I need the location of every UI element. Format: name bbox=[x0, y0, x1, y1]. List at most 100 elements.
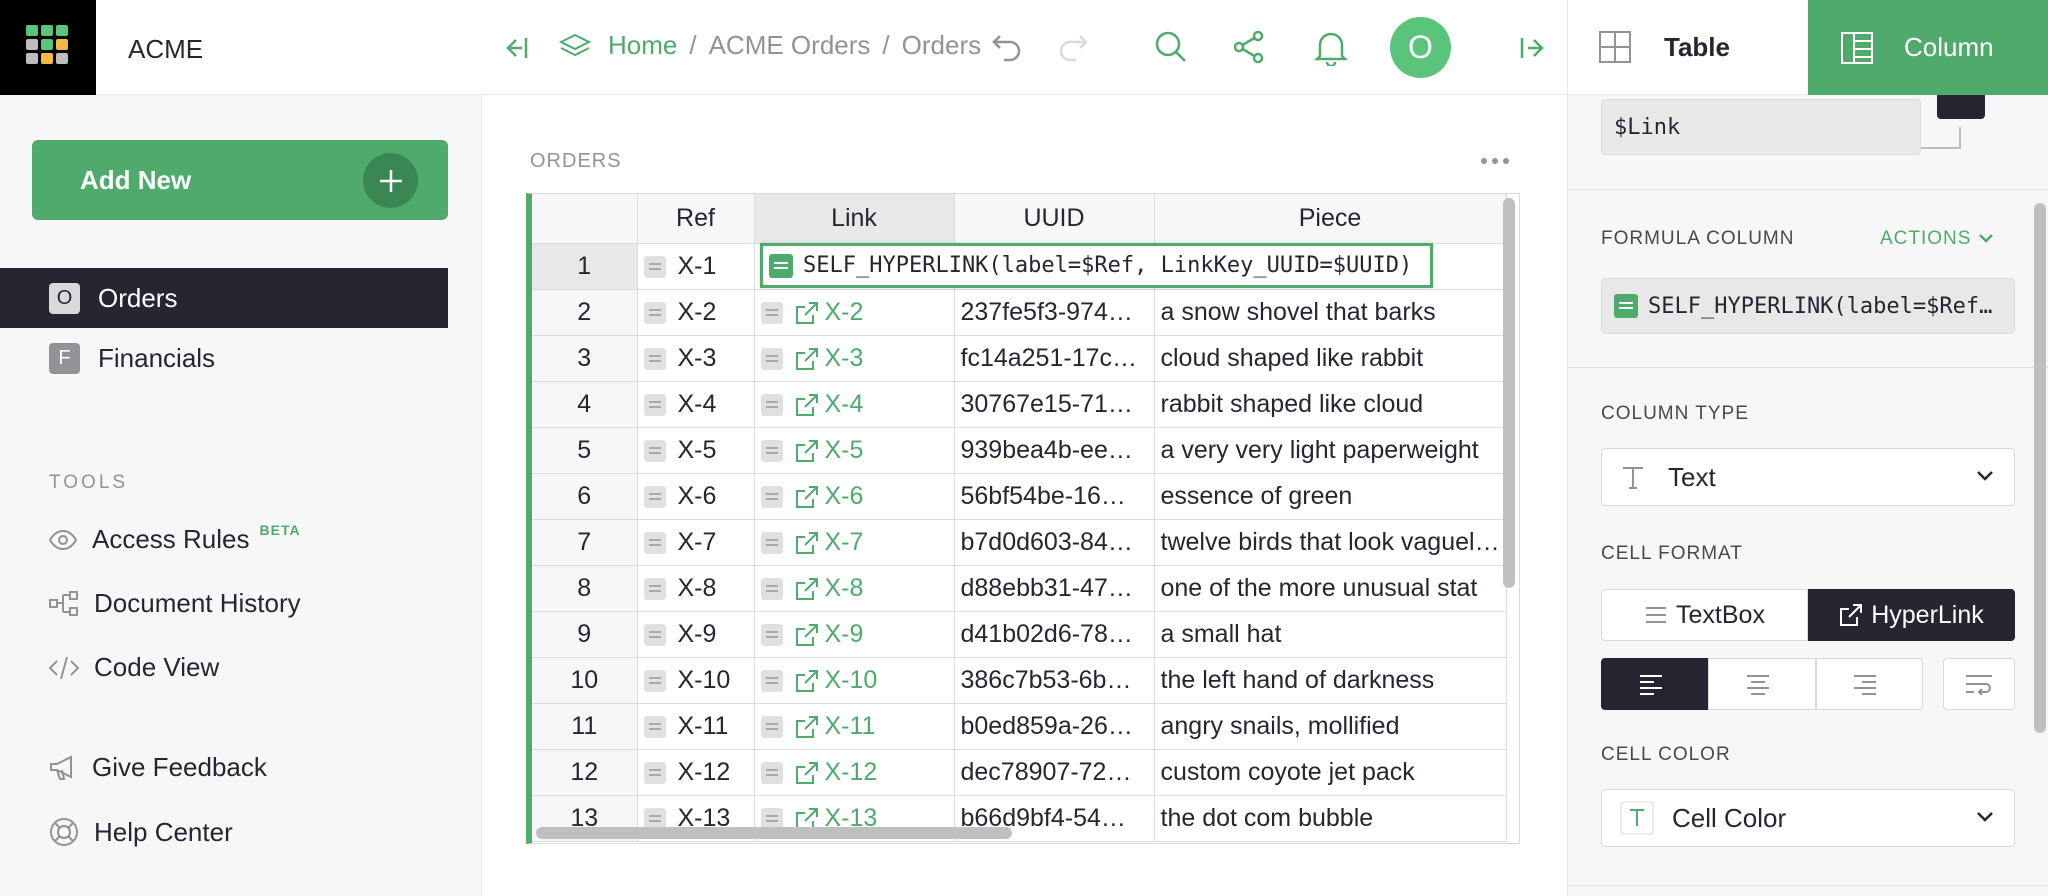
external-link-icon[interactable] bbox=[795, 301, 819, 325]
more-dots-icon[interactable] bbox=[1480, 157, 1510, 165]
column-id-field[interactable]: $Link bbox=[1601, 99, 1921, 155]
row-menu-icon[interactable] bbox=[760, 577, 783, 600]
cell-link[interactable]: X-3 bbox=[754, 335, 955, 382]
row-menu-icon[interactable] bbox=[643, 577, 666, 600]
cell-link[interactable]: X-7 bbox=[754, 519, 955, 566]
external-link-icon[interactable] bbox=[795, 669, 819, 693]
cell-uuid[interactable]: 386c7b53-6b… bbox=[954, 657, 1155, 704]
cell-link[interactable]: X-11 bbox=[754, 703, 955, 750]
help-center-link[interactable]: Help Center bbox=[48, 816, 233, 848]
row-menu-icon[interactable] bbox=[643, 761, 666, 784]
row-menu-icon[interactable] bbox=[760, 761, 783, 784]
cell-link[interactable]: X-12 bbox=[754, 749, 955, 796]
table-row[interactable]: 7 X-7 X-7 b7d0d603-84… twelve birds that loo… bbox=[532, 519, 1507, 566]
row-menu-icon[interactable] bbox=[643, 347, 666, 370]
tool-code-view[interactable]: Code View bbox=[48, 652, 219, 683]
breadcrumb-page[interactable]: Orders bbox=[902, 30, 981, 61]
table-row[interactable]: 6 X-6 X-6 56bf54be-16… essence of green bbox=[532, 473, 1507, 520]
cell-piece[interactable]: angry snails, mollified bbox=[1154, 703, 1507, 750]
cell-ref[interactable]: X-3 bbox=[637, 335, 755, 382]
formula-field[interactable]: SELF_HYPERLINK(label=$Ref… bbox=[1601, 278, 2015, 334]
external-link-icon[interactable] bbox=[795, 761, 819, 785]
collapse-right-panel-icon[interactable] bbox=[1518, 34, 1548, 62]
search-icon[interactable] bbox=[1154, 30, 1188, 64]
table-row[interactable]: 2 X-2 X-2 237fe5f3-974… a snow shovel that b… bbox=[532, 289, 1507, 336]
cell-ref[interactable]: X-12 bbox=[637, 749, 755, 796]
breadcrumb-home[interactable]: Home bbox=[608, 30, 677, 61]
row-number[interactable]: 8 bbox=[532, 565, 638, 612]
row-number[interactable]: 1 bbox=[532, 243, 638, 290]
external-link-icon[interactable] bbox=[795, 485, 819, 509]
external-link-icon[interactable] bbox=[795, 531, 819, 555]
format-textbox-button[interactable]: TextBox bbox=[1601, 589, 1808, 641]
formula-editor[interactable]: SELF_HYPERLINK(label=$Ref, LinkKey_UUID=… bbox=[760, 243, 1433, 288]
cell-piece[interactable]: a snow shovel that barks bbox=[1154, 289, 1507, 336]
tab-column[interactable]: Column bbox=[1808, 0, 2048, 95]
cell-ref[interactable]: X-2 bbox=[637, 289, 755, 336]
horizontal-scrollbar[interactable] bbox=[536, 827, 1012, 839]
cell-color-select[interactable]: Cell Color bbox=[1601, 789, 2015, 847]
row-menu-icon[interactable] bbox=[760, 347, 783, 370]
row-number[interactable]: 12 bbox=[532, 749, 638, 796]
external-link-icon[interactable] bbox=[795, 715, 819, 739]
cell-link[interactable]: X-2 bbox=[754, 289, 955, 336]
collapse-left-panel-icon[interactable] bbox=[502, 34, 532, 62]
row-menu-icon[interactable] bbox=[643, 715, 666, 738]
row-menu-icon[interactable] bbox=[760, 485, 783, 508]
vertical-scrollbar[interactable] bbox=[1503, 198, 1515, 588]
breadcrumb-doc[interactable]: ACME Orders bbox=[709, 30, 871, 61]
cell-ref[interactable]: X-4 bbox=[637, 381, 755, 428]
row-number[interactable]: 10 bbox=[532, 657, 638, 704]
row-menu-icon[interactable] bbox=[643, 393, 666, 416]
cell-uuid[interactable]: b0ed859a-26… bbox=[954, 703, 1155, 750]
cell-link[interactable]: X-10 bbox=[754, 657, 955, 704]
external-link-icon[interactable] bbox=[795, 393, 819, 417]
column-header-piece[interactable]: Piece bbox=[1154, 194, 1507, 244]
column-header-ref[interactable]: Ref bbox=[637, 194, 755, 244]
row-menu-icon[interactable] bbox=[760, 393, 783, 416]
column-header-link[interactable]: Link bbox=[754, 194, 955, 244]
external-link-icon[interactable] bbox=[795, 577, 819, 601]
cell-link[interactable]: X-9 bbox=[754, 611, 955, 658]
orders-grid[interactable]: Ref Link UUID Piece 1 X-1 2 X-2 X-2 237fe5f3-… bbox=[526, 193, 1520, 844]
tab-table[interactable]: Table bbox=[1567, 0, 1808, 95]
tool-document-history[interactable]: Document History bbox=[48, 588, 301, 619]
align-right-button[interactable] bbox=[1815, 658, 1923, 710]
row-menu-icon[interactable] bbox=[760, 669, 783, 692]
cell-link[interactable]: X-6 bbox=[754, 473, 955, 520]
cell-piece[interactable]: essence of green bbox=[1154, 473, 1507, 520]
cell-piece[interactable]: rabbit shaped like cloud bbox=[1154, 381, 1507, 428]
row-number[interactable]: 6 bbox=[532, 473, 638, 520]
row-menu-icon[interactable] bbox=[643, 439, 666, 462]
table-row[interactable]: 12 X-12 X-12 dec78907-72… custom coyote jet … bbox=[532, 749, 1507, 796]
row-number[interactable]: 9 bbox=[532, 611, 638, 658]
row-menu-icon[interactable] bbox=[760, 531, 783, 554]
section-title[interactable]: ORDERS bbox=[530, 150, 622, 173]
cell-uuid[interactable]: 30767e15-71… bbox=[954, 381, 1155, 428]
panel-scrollbar[interactable] bbox=[2034, 203, 2046, 733]
cell-uuid[interactable]: fc14a251-17c… bbox=[954, 335, 1155, 382]
cell-uuid[interactable]: dec78907-72… bbox=[954, 749, 1155, 796]
tool-access-rules[interactable]: Access Rules BETA bbox=[48, 522, 301, 555]
bell-icon[interactable] bbox=[1314, 30, 1348, 66]
cell-piece[interactable]: the left hand of darkness bbox=[1154, 657, 1507, 704]
cell-piece[interactable]: custom coyote jet pack bbox=[1154, 749, 1507, 796]
page-item-orders[interactable]: O Orders bbox=[0, 268, 448, 328]
cell-link[interactable]: X-5 bbox=[754, 427, 955, 474]
cell-uuid[interactable]: b7d0d603-84… bbox=[954, 519, 1155, 566]
format-hyperlink-button[interactable]: HyperLink bbox=[1808, 589, 2015, 641]
cell-uuid[interactable]: d41b02d6-78… bbox=[954, 611, 1155, 658]
redo-icon[interactable] bbox=[1056, 30, 1090, 64]
link-toggle-button[interactable] bbox=[1937, 95, 1985, 119]
cell-ref[interactable]: X-7 bbox=[637, 519, 755, 566]
table-row[interactable]: 8 X-8 X-8 d88ebb31-47… one of the more unusu… bbox=[532, 565, 1507, 612]
row-menu-icon[interactable] bbox=[643, 255, 666, 278]
column-header-uuid[interactable]: UUID bbox=[954, 194, 1155, 244]
row-number[interactable]: 4 bbox=[532, 381, 638, 428]
cell-piece[interactable]: a very very light paperweight bbox=[1154, 427, 1507, 474]
cell-ref[interactable]: X-11 bbox=[637, 703, 755, 750]
column-type-select[interactable]: Text bbox=[1601, 448, 2015, 506]
table-row[interactable]: 5 X-5 X-5 939bea4b-ee… a very very light pap… bbox=[532, 427, 1507, 474]
row-menu-icon[interactable] bbox=[760, 301, 783, 324]
row-menu-icon[interactable] bbox=[643, 485, 666, 508]
